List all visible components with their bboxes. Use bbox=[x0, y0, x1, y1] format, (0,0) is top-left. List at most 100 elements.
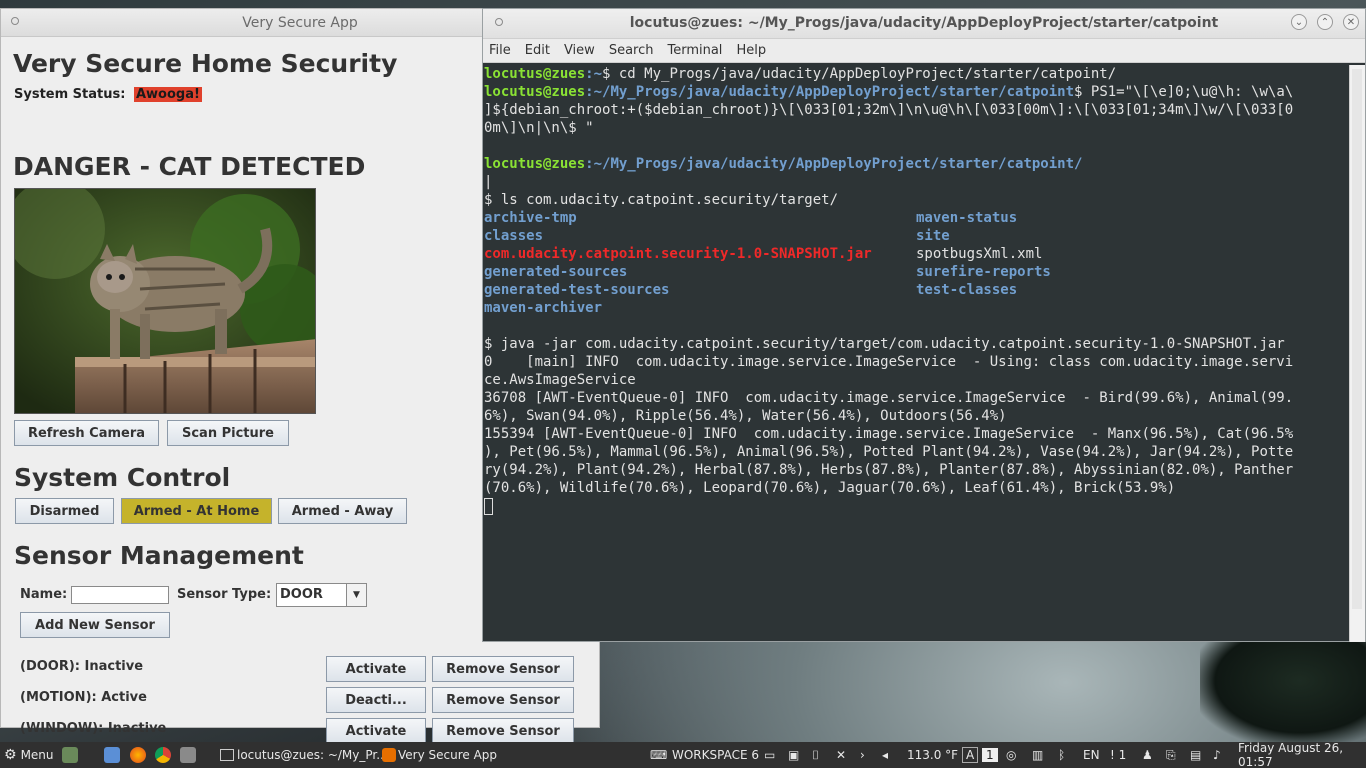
sensor-management-heading: Sensor Management bbox=[14, 541, 304, 570]
camera-icon[interactable]: ⌷ bbox=[812, 742, 819, 768]
show-desktop-icon[interactable] bbox=[62, 742, 78, 768]
sensor-window-activate-button[interactable]: Activate bbox=[326, 718, 426, 744]
taskbar: ⚙ Menu locutus@zues: ~/My_Pr... Very Sec… bbox=[0, 741, 1366, 768]
sensor-type-label: Sensor Type: bbox=[177, 587, 272, 602]
sensor-type-select[interactable]: DOOR ▼ bbox=[276, 583, 367, 607]
terminal-window-title: locutus@zues: ~/My_Progs/java/udacity/Ap… bbox=[629, 15, 1219, 31]
log-line: 0 [main] INFO com.udacity.image.service.… bbox=[484, 354, 1294, 370]
terminal-titlebar[interactable]: locutus@zues: ~/My_Progs/java/udacity/Ap… bbox=[483, 9, 1365, 39]
close-icon[interactable]: ✕ bbox=[1343, 14, 1359, 30]
term-line: locutus@zues:~$ cd My_Progs/java/udacity… bbox=[484, 66, 1117, 82]
sensor-door-remove-button[interactable]: Remove Sensor bbox=[432, 656, 574, 682]
terminal-output[interactable]: locutus@zues:~$ cd My_Progs/java/udacity… bbox=[483, 65, 1349, 642]
sensor-motion-status: (MOTION): Active bbox=[20, 690, 147, 705]
term-line: $ ls com.udacity.catpoint.security/targe… bbox=[484, 192, 839, 208]
clock[interactable]: Friday August 26, 01:57 bbox=[1238, 741, 1366, 768]
bluetooth-icon[interactable]: ᛒ bbox=[1058, 742, 1065, 768]
firefox-icon[interactable] bbox=[130, 742, 146, 768]
window-list-icon[interactable]: ▭ bbox=[764, 742, 775, 768]
scan-picture-button[interactable]: Scan Picture bbox=[167, 420, 289, 446]
desktop-wallpaper-tree bbox=[1200, 640, 1366, 742]
log-line: ry(94.2%), Plant(94.2%), Herbal(87.8%), … bbox=[484, 462, 1294, 478]
workspace-indicator[interactable]: WORKSPACE 6 bbox=[672, 742, 759, 768]
camera-image bbox=[14, 188, 316, 414]
ls-listing: archive-tmp classes com.udacity.catpoint.s… bbox=[484, 209, 1349, 317]
add-new-sensor-button[interactable]: Add New Sensor bbox=[20, 612, 170, 638]
terminal-icon bbox=[220, 749, 234, 761]
menu-help[interactable]: Help bbox=[736, 43, 766, 58]
ls-entry: site bbox=[916, 228, 950, 244]
log-output: 0 [main] INFO com.udacity.image.service.… bbox=[484, 353, 1349, 497]
chevron-down-icon[interactable]: ▼ bbox=[346, 584, 366, 606]
menu-file[interactable]: File bbox=[489, 43, 511, 58]
keyboard-icon[interactable]: ⌨ bbox=[650, 742, 667, 768]
chevron-right-icon[interactable]: › bbox=[860, 742, 865, 768]
task-terminal-label: locutus@zues: ~/My_Pr... bbox=[237, 748, 388, 762]
system-control-heading: System Control bbox=[14, 463, 231, 492]
device-icon[interactable]: ⎘ bbox=[1166, 742, 1176, 768]
ls-entry: surefire-reports bbox=[916, 264, 1051, 280]
user-icon[interactable]: ♟ bbox=[1142, 742, 1153, 768]
language-indicator[interactable]: EN bbox=[1083, 742, 1100, 768]
ls-entry: maven-status bbox=[916, 210, 1018, 226]
chrome-icon[interactable] bbox=[155, 742, 171, 768]
menu-search[interactable]: Search bbox=[609, 43, 654, 58]
temperature-indicator[interactable]: 113.0 °F bbox=[907, 742, 958, 768]
log-line: (70.6%), Wildlife(70.6%), Leopard(70.6%)… bbox=[484, 480, 1176, 496]
ls-entry: test-classes bbox=[916, 282, 1018, 298]
calculator-icon[interactable] bbox=[180, 742, 196, 768]
log-line: ), Pet(96.5%), Mammal(96.5%), Animal(96.… bbox=[484, 444, 1294, 460]
status-badge: Awooga! bbox=[133, 87, 202, 102]
gear-icon: ⚙ bbox=[4, 747, 17, 763]
sensor-door-activate-button[interactable]: Activate bbox=[326, 656, 426, 682]
ls-entry: generated-test-sources bbox=[484, 282, 670, 298]
term-line: $ java -jar com.udacity.catpoint.securit… bbox=[484, 336, 1285, 352]
sensor-motion-deactivate-button[interactable]: Deacti... bbox=[326, 687, 426, 713]
sensor-type-value: DOOR bbox=[280, 587, 323, 602]
log-line: 6%), Swan(94.0%), Ripple(56.4%), Water(5… bbox=[484, 408, 1007, 424]
log-line: ce.AwsImageService bbox=[484, 372, 636, 388]
disarmed-button[interactable]: Disarmed bbox=[15, 498, 114, 524]
task-terminal[interactable]: locutus@zues: ~/My_Pr... bbox=[220, 742, 388, 768]
term-line: ]${debian_chroot:+($debian_chroot)}\[\03… bbox=[484, 102, 1294, 118]
alerts-indicator[interactable]: ! 1 bbox=[1110, 742, 1126, 768]
close-icon[interactable]: ✕ bbox=[836, 742, 846, 768]
menu-button[interactable]: ⚙ Menu bbox=[4, 742, 54, 768]
display-icon[interactable]: ▤ bbox=[1190, 742, 1201, 768]
refresh-camera-button[interactable]: Refresh Camera bbox=[14, 420, 159, 446]
ls-entry: com.udacity.catpoint.security-1.0-SNAPSH… bbox=[484, 246, 872, 262]
menu-label: Menu bbox=[20, 748, 54, 762]
armed-at-home-button[interactable]: Armed - At Home bbox=[121, 498, 272, 524]
term-line: 0m\]\n|\n\$ " bbox=[484, 120, 594, 136]
danger-heading: DANGER - CAT DETECTED bbox=[13, 152, 366, 181]
term-line bbox=[484, 137, 1349, 155]
menu-view[interactable]: View bbox=[564, 43, 595, 58]
files-icon[interactable] bbox=[104, 742, 120, 768]
steam-icon[interactable]: ◎ bbox=[1006, 742, 1016, 768]
caps-lock-indicator: A bbox=[962, 742, 979, 768]
log-line: 155394 [AWT-EventQueue-0] INFO com.udaci… bbox=[484, 426, 1294, 442]
screens-icon[interactable]: ▣ bbox=[788, 742, 799, 768]
notification-icon[interactable]: ◂ bbox=[882, 742, 888, 768]
sensor-window-status: (WINDOW): Inactive bbox=[20, 721, 167, 736]
maximize-icon[interactable]: ⌃ bbox=[1317, 14, 1333, 30]
network-icon[interactable]: ▥ bbox=[1032, 742, 1043, 768]
sensor-name-input[interactable] bbox=[71, 586, 169, 604]
task-secure-app[interactable]: Very Secure App bbox=[382, 742, 497, 768]
sensor-window-remove-button[interactable]: Remove Sensor bbox=[432, 718, 574, 744]
menu-terminal[interactable]: Terminal bbox=[667, 43, 722, 58]
ls-entry: generated-sources bbox=[484, 264, 628, 280]
menu-edit[interactable]: Edit bbox=[525, 43, 550, 58]
scrollbar-thumb[interactable] bbox=[1352, 69, 1362, 609]
java-icon bbox=[382, 748, 396, 762]
minimize-icon[interactable]: ⌄ bbox=[1291, 14, 1307, 30]
term-line: locutus@zues:~/My_Progs/java/udacity/App… bbox=[484, 84, 1294, 100]
term-line: | bbox=[484, 174, 493, 190]
volume-icon[interactable]: ♪ bbox=[1213, 742, 1221, 768]
cat-picture bbox=[15, 189, 315, 413]
system-status: System Status: Awooga! bbox=[14, 87, 202, 102]
armed-away-button[interactable]: Armed - Away bbox=[278, 498, 407, 524]
task-secure-app-label: Very Secure App bbox=[398, 748, 498, 762]
sensor-motion-remove-button[interactable]: Remove Sensor bbox=[432, 687, 574, 713]
terminal-scrollbar[interactable] bbox=[1349, 65, 1365, 642]
